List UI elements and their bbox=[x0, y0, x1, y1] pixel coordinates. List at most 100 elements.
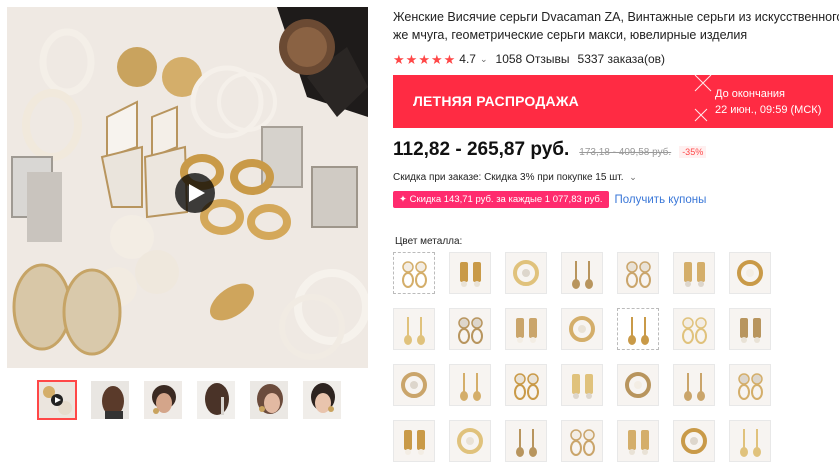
swatch-image bbox=[684, 373, 705, 401]
countdown-caption: До окончания bbox=[715, 88, 786, 100]
sale-countdown: До окончания 22 июн., 09:59 (МСК) bbox=[715, 86, 821, 118]
color-swatch[interactable] bbox=[449, 308, 491, 350]
thumbnail-image bbox=[91, 381, 129, 419]
swatch-image bbox=[570, 429, 595, 456]
swatch-image bbox=[628, 430, 649, 455]
color-swatch[interactable] bbox=[561, 252, 603, 294]
chevron-down-icon: ⌄ bbox=[629, 172, 637, 182]
reviews-link[interactable]: 1058 Отзывы bbox=[496, 52, 570, 66]
orders-count: 5337 заказа(ов) bbox=[577, 52, 665, 66]
color-swatch[interactable] bbox=[505, 252, 547, 294]
color-swatch[interactable] bbox=[729, 252, 771, 294]
color-swatch[interactable] bbox=[449, 420, 491, 462]
thumbnail-video[interactable] bbox=[37, 380, 77, 420]
price-row: 112,82 - 265,87 руб. 173,18 - 409,58 руб… bbox=[393, 139, 707, 161]
swatch-image bbox=[572, 261, 593, 289]
swatch-image bbox=[740, 318, 761, 343]
color-swatch[interactable] bbox=[561, 420, 603, 462]
swatch-image bbox=[458, 317, 483, 344]
product-title: Женские Висячие серьги Dvacaman ZA, Винт… bbox=[393, 10, 839, 42]
color-swatch[interactable] bbox=[673, 308, 715, 350]
thumbnail-model-4[interactable] bbox=[249, 380, 289, 420]
rating-value[interactable]: 4.7 bbox=[459, 52, 476, 66]
color-swatch[interactable] bbox=[449, 364, 491, 406]
swatch-image bbox=[682, 317, 707, 344]
metal-color-label: Цвет металла: bbox=[395, 236, 463, 247]
thumbnail-model-1[interactable] bbox=[90, 380, 130, 420]
star-icon: ★ bbox=[430, 51, 443, 67]
swatch-image bbox=[737, 260, 763, 286]
color-swatch[interactable] bbox=[617, 364, 659, 406]
color-swatch[interactable] bbox=[561, 364, 603, 406]
thumbnail-image bbox=[39, 382, 75, 418]
swatch-image bbox=[516, 318, 537, 343]
sale-label: ЛЕТНЯЯ РАСПРОДАЖА bbox=[413, 93, 579, 109]
color-swatch[interactable] bbox=[561, 308, 603, 350]
swatch-image bbox=[457, 428, 483, 454]
coupon-tag[interactable]: ✦ Скидка 143,71 руб. за каждые 1 077,83 … bbox=[393, 191, 609, 208]
countdown-date: 22 июн., 09:59 (МСК) bbox=[715, 104, 822, 116]
swatch-image bbox=[402, 261, 427, 288]
thumbnail-model-5[interactable] bbox=[302, 380, 342, 420]
rating-row: ★ ★ ★ ★ ★ 4.7 ⌄ 1058 Отзывы 5337 заказа(… bbox=[393, 51, 839, 67]
color-swatch[interactable] bbox=[673, 420, 715, 462]
color-swatch[interactable] bbox=[729, 364, 771, 406]
current-price: 112,82 - 265,87 руб. bbox=[393, 139, 570, 160]
swatch-image bbox=[404, 430, 425, 455]
swatch-image bbox=[681, 428, 707, 454]
color-swatch[interactable] bbox=[673, 364, 715, 406]
chevron-down-icon[interactable]: ⌄ bbox=[480, 54, 488, 65]
color-swatch[interactable] bbox=[617, 308, 659, 350]
thumbnail-image bbox=[144, 381, 182, 419]
swatch-image bbox=[572, 374, 593, 399]
main-product-image[interactable] bbox=[7, 7, 368, 368]
thumbnail-strip bbox=[37, 380, 342, 420]
star-icon: ★ bbox=[405, 51, 418, 67]
thumbnail-image bbox=[303, 381, 341, 419]
play-icon bbox=[189, 184, 205, 202]
swatch-image bbox=[460, 262, 481, 287]
swatch-image bbox=[628, 317, 649, 345]
color-swatch[interactable] bbox=[729, 308, 771, 350]
get-coupons-link[interactable]: Получить купоны bbox=[615, 194, 707, 206]
coupon-row: ✦ Скидка 143,71 руб. за каждые 1 077,83 … bbox=[393, 191, 706, 208]
swatch-image bbox=[569, 316, 595, 342]
star-icon: ★ bbox=[418, 51, 430, 67]
color-swatch[interactable] bbox=[617, 420, 659, 462]
color-swatch[interactable] bbox=[729, 420, 771, 462]
swatch-image bbox=[625, 372, 651, 398]
swatch-image bbox=[404, 317, 425, 345]
thumbnail-image bbox=[250, 381, 288, 419]
swatch-image bbox=[684, 262, 705, 287]
play-video-button[interactable] bbox=[175, 173, 215, 213]
color-swatch[interactable] bbox=[505, 364, 547, 406]
swatch-image bbox=[401, 372, 427, 398]
color-swatch[interactable] bbox=[393, 364, 435, 406]
rating-stars: ★ ★ ★ ★ ★ bbox=[393, 53, 455, 66]
star-icon: ★ bbox=[393, 51, 405, 67]
thumbnail-model-2[interactable] bbox=[143, 380, 183, 420]
color-swatch[interactable] bbox=[505, 420, 547, 462]
color-swatch-grid bbox=[393, 252, 771, 462]
bulk-discount-text: Скидка при заказе: Скидка 3% при покупке… bbox=[393, 172, 624, 183]
bulk-discount[interactable]: Скидка при заказе: Скидка 3% при покупке… bbox=[393, 172, 637, 183]
swatch-image bbox=[740, 429, 761, 457]
color-swatch[interactable] bbox=[673, 252, 715, 294]
sale-banner: ЛЕТНЯЯ РАСПРОДАЖА До окончания 22 июн., … bbox=[393, 75, 833, 128]
color-swatch[interactable] bbox=[393, 420, 435, 462]
original-price: 173,18 - 409,58 руб. bbox=[579, 147, 672, 158]
color-swatch[interactable] bbox=[393, 308, 435, 350]
swatch-image bbox=[514, 373, 539, 400]
color-swatch[interactable] bbox=[617, 252, 659, 294]
thumbnail-model-3[interactable] bbox=[196, 380, 236, 420]
swatch-image bbox=[460, 373, 481, 401]
color-swatch[interactable] bbox=[505, 308, 547, 350]
swatch-image bbox=[626, 261, 651, 288]
product-info: Женские Висячие серьги Dvacaman ZA, Винт… bbox=[393, 8, 839, 67]
color-swatch[interactable] bbox=[393, 252, 435, 294]
color-swatch[interactable] bbox=[449, 252, 491, 294]
thumbnail-image bbox=[197, 381, 235, 419]
discount-badge: -35% bbox=[679, 146, 707, 158]
star-icon: ★ bbox=[443, 51, 456, 67]
swatch-image bbox=[516, 429, 537, 457]
